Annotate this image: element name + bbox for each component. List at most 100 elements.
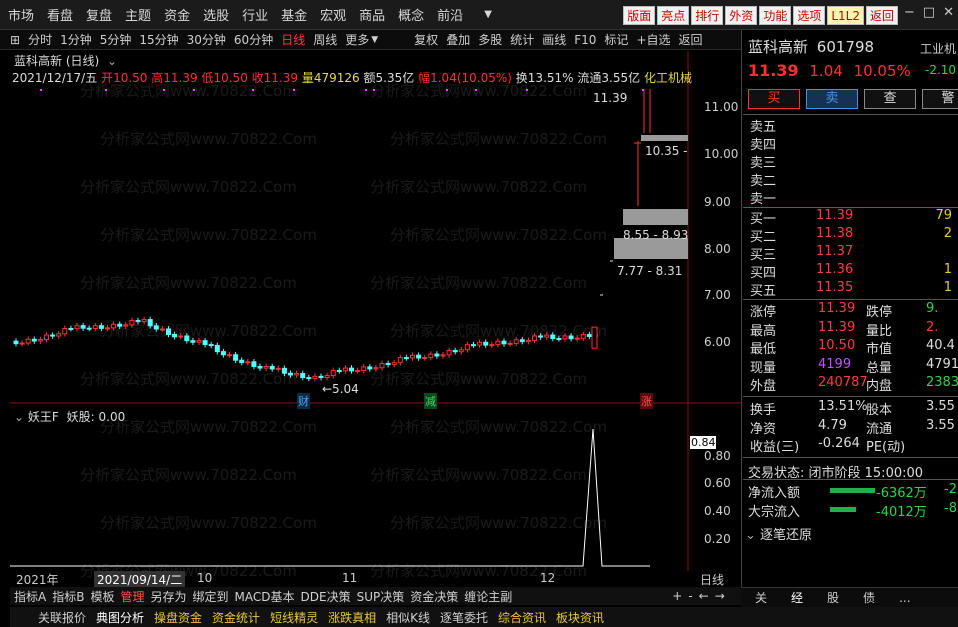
caret-down-icon[interactable]: ▼ bbox=[484, 9, 492, 20]
grid-icon[interactable]: ⊞ bbox=[10, 33, 20, 47]
alert-button[interactable]: 警 bbox=[922, 89, 958, 109]
quote-footer-tab[interactable]: 债 bbox=[863, 589, 875, 606]
menu-industry[interactable]: 行业 bbox=[242, 5, 268, 24]
minimize-icon[interactable]: − bbox=[904, 5, 915, 20]
tool-f10[interactable]: F10 bbox=[574, 33, 596, 47]
tab-sup[interactable]: SUP决策 bbox=[357, 588, 405, 605]
tab-indicator-b[interactable]: 指标B bbox=[52, 588, 84, 605]
function-button[interactable]: 功能 bbox=[759, 6, 792, 25]
tab-chart-analysis[interactable]: 典图分析 bbox=[96, 609, 144, 626]
sell-button[interactable]: 卖 bbox=[806, 89, 858, 109]
tab-fund-decision[interactable]: 资金决策 bbox=[410, 588, 458, 605]
detail-restore-row[interactable]: ⌄ 逐笔还原 bbox=[745, 524, 812, 543]
bid-row[interactable]: 买一 11.39 79 bbox=[750, 208, 958, 227]
menu-frontier[interactable]: 前沿 bbox=[437, 5, 463, 24]
period-minute-chart[interactable]: 分时 bbox=[28, 31, 52, 48]
tab-dde[interactable]: DDE决策 bbox=[301, 588, 351, 605]
indicator-name[interactable]: 妖王F bbox=[28, 410, 59, 424]
tab-indicator-a[interactable]: 指标A bbox=[14, 588, 46, 605]
options-button[interactable]: 选项 bbox=[793, 6, 826, 25]
kline-chart[interactable] bbox=[10, 51, 741, 571]
menu-macro[interactable]: 宏观 bbox=[320, 5, 346, 24]
menu-market[interactable]: 市场 bbox=[8, 5, 34, 24]
quote-footer-tab[interactable]: 股 bbox=[827, 589, 839, 606]
quote-footer-tab[interactable]: 关 bbox=[755, 589, 767, 606]
quote-footer-tab[interactable]: 经 bbox=[791, 589, 803, 606]
tab-order-flow[interactable]: 逐笔委托 bbox=[440, 609, 488, 626]
menu-replay[interactable]: 复盘 bbox=[86, 5, 112, 24]
period-more[interactable]: 更多 bbox=[345, 31, 369, 48]
tab-chan-theory[interactable]: 缠论主副 bbox=[464, 588, 512, 605]
stat-value: 11.39 bbox=[818, 301, 856, 316]
caret-down-icon[interactable]: ▼ bbox=[371, 35, 378, 45]
tab-similar-kline[interactable]: 相似K线 bbox=[386, 609, 430, 626]
tab-fund-stats[interactable]: 资金统计 bbox=[212, 609, 260, 626]
maximize-icon[interactable]: □ bbox=[923, 5, 935, 20]
query-button[interactable]: 查 bbox=[864, 89, 916, 109]
period-15min[interactable]: 15分钟 bbox=[139, 31, 178, 48]
period-weekly[interactable]: 周线 bbox=[313, 31, 337, 48]
chevron-down-icon[interactable]: ⌄ bbox=[107, 54, 117, 68]
close-icon[interactable]: ✕ bbox=[943, 5, 954, 20]
tool-draw[interactable]: 画线 bbox=[542, 31, 566, 48]
event-tag-limit-up[interactable]: 涨 bbox=[640, 393, 653, 409]
bid-row[interactable]: 买五 11.35 1 bbox=[750, 280, 958, 299]
tool-multi-stock[interactable]: 多股 bbox=[478, 31, 502, 48]
tab-sector-news[interactable]: 板块资讯 bbox=[556, 609, 604, 626]
menu-funds[interactable]: 基金 bbox=[281, 5, 307, 24]
tab-truth[interactable]: 涨跌真相 bbox=[328, 609, 376, 626]
tab-save-as[interactable]: 另存为 bbox=[150, 588, 186, 605]
menu-screener[interactable]: 选股 bbox=[203, 5, 229, 24]
menu-watch[interactable]: 看盘 bbox=[47, 5, 73, 24]
event-tag-finance[interactable]: 财 bbox=[297, 393, 310, 409]
indicator-tabs: 指标A 指标B 模板 管理 另存为 绑定到 MACD基本 DDE决策 SUP决策… bbox=[10, 587, 741, 605]
ask-row[interactable]: 卖五 bbox=[750, 116, 958, 135]
ask-row[interactable]: 卖二 bbox=[750, 170, 958, 189]
period-5min[interactable]: 5分钟 bbox=[100, 31, 132, 48]
layout-button[interactable]: 版面 bbox=[623, 6, 656, 25]
period-60min[interactable]: 60分钟 bbox=[234, 31, 273, 48]
ask-row[interactable]: 卖一 bbox=[750, 188, 958, 207]
menu-commodity[interactable]: 商品 bbox=[359, 5, 385, 24]
menu-theme[interactable]: 主题 bbox=[125, 5, 151, 24]
sector-tag[interactable]: 化工机械 bbox=[644, 71, 692, 85]
tab-news[interactable]: 综合资讯 bbox=[498, 609, 546, 626]
tool-adjust[interactable]: 复权 bbox=[414, 31, 438, 48]
l1l2-button[interactable]: L1L2 bbox=[827, 6, 864, 25]
period-1min[interactable]: 1分钟 bbox=[60, 31, 92, 48]
foreign-capital-button[interactable]: 外资 bbox=[725, 6, 758, 25]
tool-mark[interactable]: 标记 bbox=[604, 31, 628, 48]
tab-manage[interactable]: 管理 bbox=[120, 588, 144, 605]
ranking-button[interactable]: 排行 bbox=[691, 6, 724, 25]
buy-button[interactable]: 买 bbox=[748, 89, 800, 109]
tab-short-term[interactable]: 短线精灵 bbox=[270, 609, 318, 626]
tab-macd[interactable]: MACD基本 bbox=[235, 588, 295, 605]
tab-operating-funds[interactable]: 操盘资金 bbox=[154, 609, 202, 626]
ask-row[interactable]: 卖四 bbox=[750, 134, 958, 153]
tool-overlay[interactable]: 叠加 bbox=[446, 31, 470, 48]
menu-fund[interactable]: 资金 bbox=[164, 5, 190, 24]
tab-template[interactable]: 模板 bbox=[90, 588, 114, 605]
bid-row[interactable]: 买三 11.37 bbox=[750, 244, 958, 263]
back-button[interactable]: 返回 bbox=[865, 6, 898, 25]
minus-icon[interactable]: - bbox=[688, 589, 692, 603]
tab-related-quote[interactable]: 关联报价 bbox=[38, 609, 86, 626]
tool-stats[interactable]: 统计 bbox=[510, 31, 534, 48]
industry-label[interactable]: 工业机 bbox=[920, 40, 956, 57]
period-daily[interactable]: 日线 bbox=[281, 31, 305, 48]
period-30min[interactable]: 30分钟 bbox=[187, 31, 226, 48]
tool-add-watchlist[interactable]: +自选 bbox=[636, 31, 670, 48]
bid-row[interactable]: 买四 11.36 1 bbox=[750, 262, 958, 281]
tool-back[interactable]: 返回 bbox=[679, 31, 703, 48]
arrow-right-icon[interactable]: → bbox=[715, 589, 725, 603]
event-tag-reduce[interactable]: 减 bbox=[424, 393, 437, 409]
add-icon[interactable]: + bbox=[672, 589, 682, 603]
bid-row[interactable]: 买二 11.38 2 bbox=[750, 226, 958, 245]
tab-bind-to[interactable]: 绑定到 bbox=[193, 588, 229, 605]
quote-footer-tab[interactable]: ... bbox=[899, 591, 910, 605]
arrow-left-icon[interactable]: ← bbox=[699, 589, 709, 603]
highlight-button[interactable]: 亮点 bbox=[657, 6, 690, 25]
ask-row[interactable]: 卖三 bbox=[750, 152, 958, 171]
chevron-down-icon[interactable]: ⌄ bbox=[14, 410, 24, 424]
menu-concept[interactable]: 概念 bbox=[398, 5, 424, 24]
